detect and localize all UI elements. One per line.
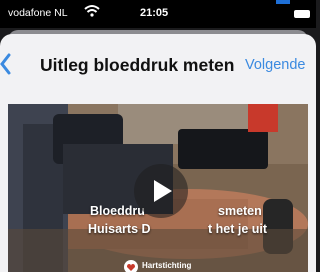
logo-text: Hartstichting bbox=[142, 261, 192, 270]
status-accent bbox=[276, 0, 290, 4]
heart-logo-icon bbox=[124, 260, 138, 272]
video-title-line-2b: t het je uit bbox=[208, 222, 268, 236]
play-icon bbox=[154, 180, 172, 207]
next-button[interactable]: Volgende bbox=[245, 57, 305, 73]
nav-bar: Uitleg bloeddruk meten Volgende bbox=[0, 34, 316, 98]
carrier-label: vodafone NL bbox=[8, 7, 68, 19]
video-title-line-2: Huisarts D bbox=[88, 222, 151, 236]
page-title: Uitleg bloeddruk meten bbox=[40, 55, 235, 75]
status-bar: vodafone NL 21:05 bbox=[0, 0, 316, 28]
video-player[interactable]: Bloeddru smeten Huisarts D t het je uit … bbox=[8, 104, 308, 272]
status-time: 21:05 bbox=[140, 7, 169, 19]
modal-sheet: Uitleg bloeddruk meten Volgende Bloeddru… bbox=[0, 34, 316, 272]
battery-icon bbox=[294, 10, 310, 18]
wifi-icon bbox=[84, 4, 100, 21]
video-title-line-1b: smeten bbox=[218, 204, 262, 218]
play-button[interactable] bbox=[134, 164, 188, 218]
chevron-left-icon[interactable] bbox=[0, 52, 12, 81]
video-title-line-1: Bloeddru bbox=[90, 204, 145, 218]
